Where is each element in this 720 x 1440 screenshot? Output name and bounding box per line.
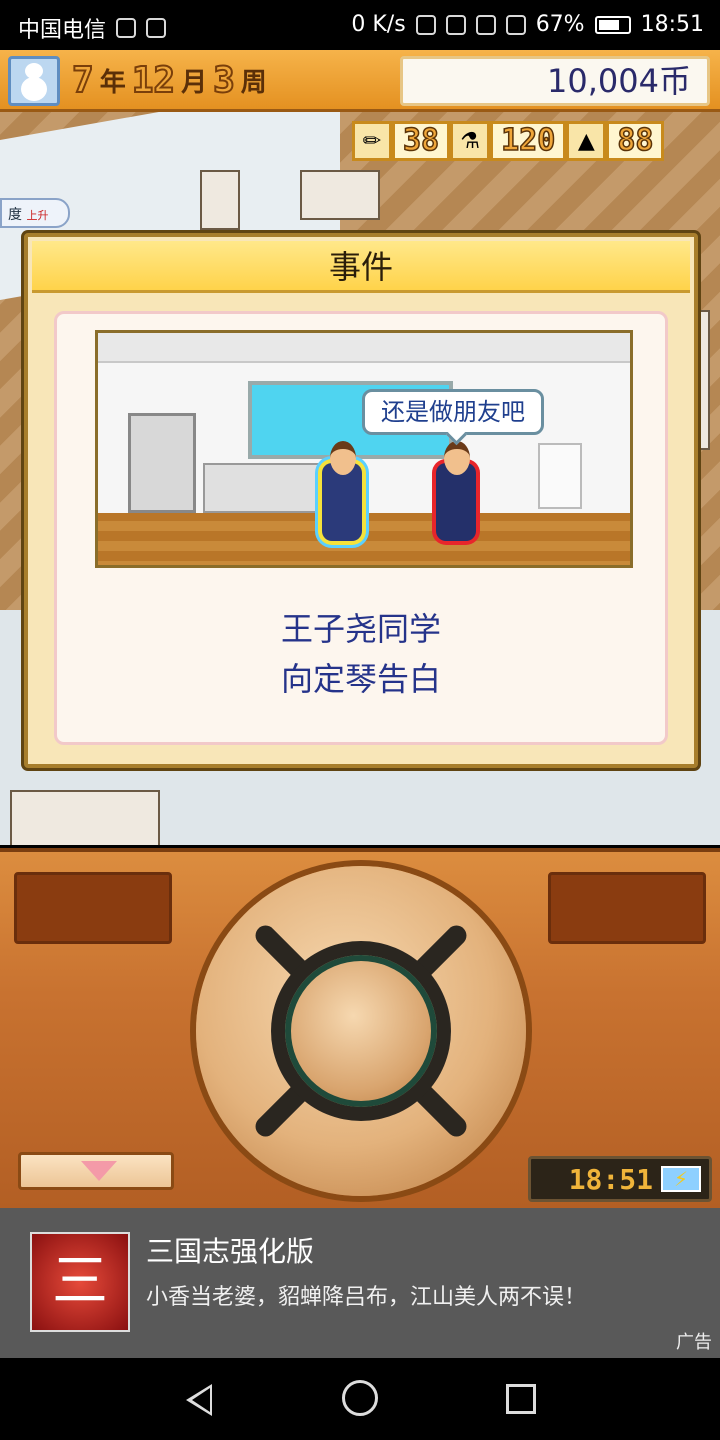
- student-boy: [322, 441, 362, 541]
- dialog-title: 事件: [32, 241, 690, 293]
- flask-icon: ⚗: [450, 121, 491, 161]
- net-speed: 0 K/s: [351, 12, 406, 37]
- week-number: 3: [212, 59, 236, 102]
- signal-icon: [505, 14, 526, 35]
- ad-logo[interactable]: 三: [30, 1232, 130, 1332]
- battery-percent: 67%: [535, 12, 585, 37]
- map-badge[interactable]: 度 上升: [0, 198, 70, 228]
- ad-title[interactable]: 三国志强化版: [146, 1230, 314, 1270]
- left-slot-button[interactable]: [14, 872, 172, 944]
- top-bar: 7 年 12 月 3 周 10,004币: [0, 50, 720, 112]
- alarm-icon: [445, 14, 466, 35]
- event-scene: 还是做朋友吧: [95, 330, 633, 568]
- recents-icon[interactable]: [506, 1384, 536, 1414]
- scene-first-aid-cabinet: [538, 443, 582, 509]
- month-unit: 月: [181, 68, 208, 98]
- weight-count: 88: [606, 121, 665, 161]
- pencil-count: 38: [392, 121, 451, 161]
- money-display: 10,004币: [400, 56, 710, 106]
- clock-time: 18:51: [568, 1162, 653, 1196]
- status-time: 18:51: [640, 12, 704, 37]
- file-icon: [146, 18, 167, 38]
- week-unit: 周: [240, 68, 267, 98]
- status-bar: 中国电信 0 K/s 67% 18:51: [0, 0, 720, 50]
- scene-locker: [128, 413, 196, 513]
- scene-ceiling: [98, 333, 630, 363]
- building: [200, 170, 240, 230]
- scene-floor: [98, 513, 630, 565]
- year-unit: 年: [99, 68, 126, 98]
- badge-text: 度: [8, 207, 22, 223]
- game-clock: 18:51 ⚡: [528, 1156, 712, 1202]
- badge-sub: 上升: [26, 209, 49, 222]
- dpad-center-button[interactable]: [271, 941, 451, 1121]
- month-number: 12: [131, 59, 176, 102]
- building: [300, 170, 380, 220]
- ad-description: 小香当老婆，貂蝉降吕布，江山美人两不误！: [146, 1285, 586, 1310]
- building: [10, 790, 160, 845]
- event-message: 王子尧同学 向定琴告白: [57, 604, 665, 704]
- right-slot-button[interactable]: [548, 872, 706, 944]
- control-console: 18:51 ⚡: [0, 848, 720, 1208]
- season-snowman-icon[interactable]: [8, 56, 60, 106]
- ad-banner[interactable]: 三 三国志强化版 小香当老婆，貂蝉降吕布，江山美人两不误！ 广告: [0, 1208, 720, 1358]
- message-line-1: 王子尧同学: [280, 610, 441, 648]
- notification-icon: [116, 18, 137, 38]
- student-girl: [436, 441, 476, 541]
- speech-bubble: 还是做朋友吧: [362, 389, 544, 435]
- year-number: 7: [71, 59, 95, 102]
- wifi-icon: [475, 14, 496, 35]
- ad-label: 广告: [676, 1332, 712, 1353]
- event-dialog[interactable]: 事件 还是做朋友吧 王子尧同学 向定琴告白: [24, 233, 698, 768]
- system-nav-bar: [0, 1358, 720, 1440]
- dpad-control[interactable]: [196, 866, 526, 1196]
- pencil-icon: ✏: [352, 121, 392, 161]
- scroll-down-button[interactable]: [18, 1152, 174, 1190]
- carrier-label: 中国电信: [18, 18, 107, 43]
- home-icon[interactable]: [342, 1380, 378, 1416]
- resource-bar: ✏ 38 ⚗ 120 ▲ 88: [352, 120, 665, 162]
- back-icon[interactable]: [186, 1384, 212, 1416]
- vibrate-icon: [415, 14, 436, 35]
- flask-count: 120: [490, 121, 567, 161]
- date-display: 7 年 12 月 3 周: [71, 59, 267, 102]
- message-line-2: 向定琴告白: [280, 660, 441, 698]
- dialog-body: 还是做朋友吧 王子尧同学 向定琴告白: [54, 311, 668, 745]
- battery-icon: [594, 15, 631, 34]
- scene-cubby: [203, 463, 333, 513]
- weight-icon: ▲: [566, 121, 607, 161]
- battery-bolt-icon: ⚡: [661, 1166, 701, 1192]
